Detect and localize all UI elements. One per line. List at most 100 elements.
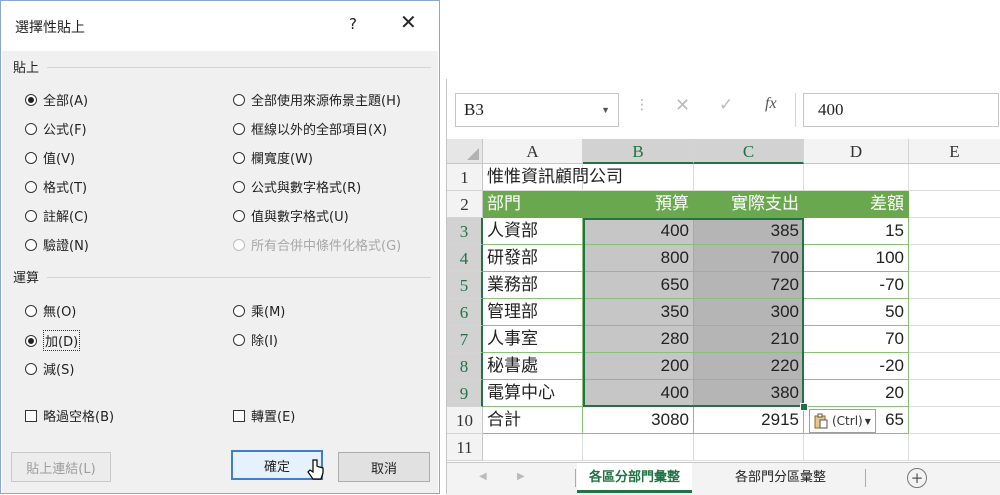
data-cell[interactable]: 人資部	[483, 218, 583, 245]
radio-indicator[interactable]	[25, 362, 37, 375]
cell[interactable]	[909, 407, 1000, 434]
radio-indicator[interactable]	[25, 122, 37, 135]
data-cell[interactable]: 20	[804, 380, 909, 407]
column-header-d[interactable]: D	[804, 139, 909, 164]
cell-a1[interactable]: 惟惟資訊顧問公司	[483, 164, 623, 191]
data-cell[interactable]: 200	[583, 353, 694, 380]
radio-indicator[interactable]	[25, 151, 37, 164]
data-cell[interactable]: 650	[583, 272, 694, 299]
scroll-left-icon[interactable]: ◀	[479, 471, 487, 482]
radio-formulas-number-formats[interactable]: 公式與數字格式(R)	[233, 177, 361, 196]
data-cell[interactable]: 400	[583, 218, 694, 245]
row-header-4[interactable]: 4	[447, 245, 483, 272]
data-cell[interactable]: 50	[804, 299, 909, 326]
cancel-icon[interactable]: ✕	[675, 95, 690, 116]
cell[interactable]	[483, 434, 583, 461]
total-cell[interactable]: 3080	[583, 407, 694, 434]
data-cell[interactable]: 研發部	[483, 245, 583, 272]
data-cell[interactable]: 700	[694, 245, 804, 272]
row-header-3[interactable]: 3	[447, 218, 483, 245]
worksheet-grid[interactable]: A B C D E 1 2 3 4 5 6 7 8 9 10 11 惟惟資訊顧問公司 部門 預算 實際支出 差額 人資部 4…	[447, 139, 1000, 462]
row-header-2[interactable]: 2	[447, 191, 483, 218]
data-cell[interactable]: 300	[694, 299, 804, 326]
add-sheet-icon[interactable]: +	[907, 468, 927, 488]
row-header-6[interactable]: 6	[447, 299, 483, 326]
data-cell[interactable]: 280	[583, 326, 694, 353]
cell[interactable]	[583, 434, 694, 461]
cell[interactable]	[909, 164, 1000, 191]
data-cell[interactable]: 350	[583, 299, 694, 326]
enter-icon[interactable]: ✓	[719, 95, 733, 115]
select-all-corner[interactable]	[447, 139, 483, 164]
total-cell[interactable]: 合計	[483, 407, 583, 434]
sheet-tab-region-by-dept[interactable]: 各區分部門彙整	[577, 463, 693, 493]
formula-input[interactable]: 400	[803, 93, 999, 127]
cell[interactable]	[909, 272, 1000, 299]
row-header-5[interactable]: 5	[447, 272, 483, 299]
checkbox-skip-blanks[interactable]: 略過空格(B)	[25, 406, 114, 425]
cell[interactable]	[909, 218, 1000, 245]
row-header-10[interactable]: 10	[447, 407, 483, 434]
radio-indicator[interactable]	[233, 151, 245, 164]
name-box[interactable]: B3 ▼	[455, 93, 619, 127]
header-cell[interactable]: 部門	[483, 191, 583, 218]
radio-paste-formats[interactable]: 格式(T)	[25, 177, 87, 196]
radio-paste-values[interactable]: 值(V)	[25, 148, 75, 167]
data-cell[interactable]: 管理部	[483, 299, 583, 326]
data-cell[interactable]: 220	[694, 353, 804, 380]
cell[interactable]	[583, 164, 694, 191]
radio-indicator[interactable]	[25, 93, 37, 106]
radio-indicator[interactable]	[233, 122, 245, 135]
fill-handle[interactable]	[800, 403, 808, 411]
column-header-e[interactable]: E	[909, 139, 1000, 164]
data-cell[interactable]: 380	[694, 380, 804, 407]
radio-indicator[interactable]	[25, 209, 37, 222]
cell[interactable]	[909, 245, 1000, 272]
radio-indicator[interactable]	[25, 180, 37, 193]
checkbox-indicator[interactable]	[233, 409, 245, 422]
radio-indicator[interactable]	[25, 334, 37, 347]
radio-paste-all[interactable]: 全部(A)	[25, 90, 88, 109]
chevron-down-icon[interactable]: ▼	[601, 94, 610, 126]
insert-function-icon[interactable]: fx	[765, 95, 777, 113]
radio-all-except-borders[interactable]: 框線以外的全部項目(X)	[233, 119, 387, 138]
sheet-tab-dept-by-region[interactable]: 各部門分區彙整	[723, 463, 838, 493]
header-cell[interactable]: 預算	[583, 191, 694, 218]
radio-op-add[interactable]: 加(D)	[25, 330, 81, 351]
data-cell[interactable]: 15	[804, 218, 909, 245]
cell[interactable]	[909, 380, 1000, 407]
radio-paste-validation[interactable]: 驗證(N)	[25, 235, 89, 254]
row-header-11[interactable]: 11	[447, 434, 483, 461]
data-cell[interactable]: 100	[804, 245, 909, 272]
data-cell[interactable]: 210	[694, 326, 804, 353]
cell[interactable]	[694, 164, 804, 191]
radio-paste-formulas[interactable]: 公式(F)	[25, 119, 87, 138]
radio-op-subtract[interactable]: 減(S)	[25, 359, 74, 378]
column-header-a[interactable]: A	[483, 139, 583, 164]
radio-indicator[interactable]	[233, 333, 245, 346]
cell[interactable]	[804, 164, 909, 191]
data-cell[interactable]: 720	[694, 272, 804, 299]
cell[interactable]	[909, 191, 1000, 218]
cell[interactable]	[909, 353, 1000, 380]
radio-op-divide[interactable]: 除(I)	[233, 330, 278, 349]
row-header-9[interactable]: 9	[447, 380, 483, 407]
cell[interactable]	[804, 434, 909, 461]
radio-indicator[interactable]	[233, 209, 245, 222]
radio-indicator[interactable]	[25, 238, 37, 251]
data-cell[interactable]: 800	[583, 245, 694, 272]
data-cell[interactable]: 秘書處	[483, 353, 583, 380]
data-cell[interactable]: 業務部	[483, 272, 583, 299]
header-cell[interactable]: 實際支出	[694, 191, 804, 218]
checkbox-transpose[interactable]: 轉置(E)	[233, 406, 295, 425]
data-cell[interactable]: -20	[804, 353, 909, 380]
row-header-8[interactable]: 8	[447, 353, 483, 380]
column-header-b[interactable]: B	[583, 139, 694, 164]
data-cell[interactable]: 70	[804, 326, 909, 353]
header-cell[interactable]: 差額	[804, 191, 909, 218]
data-cell[interactable]: 400	[583, 380, 694, 407]
data-cell[interactable]: 電算中心	[483, 380, 583, 407]
radio-values-number-formats[interactable]: 值與數字格式(U)	[233, 206, 349, 225]
radio-all-source-theme[interactable]: 全部使用來源佈景主題(H)	[233, 90, 401, 109]
radio-column-widths[interactable]: 欄寬度(W)	[233, 148, 313, 167]
